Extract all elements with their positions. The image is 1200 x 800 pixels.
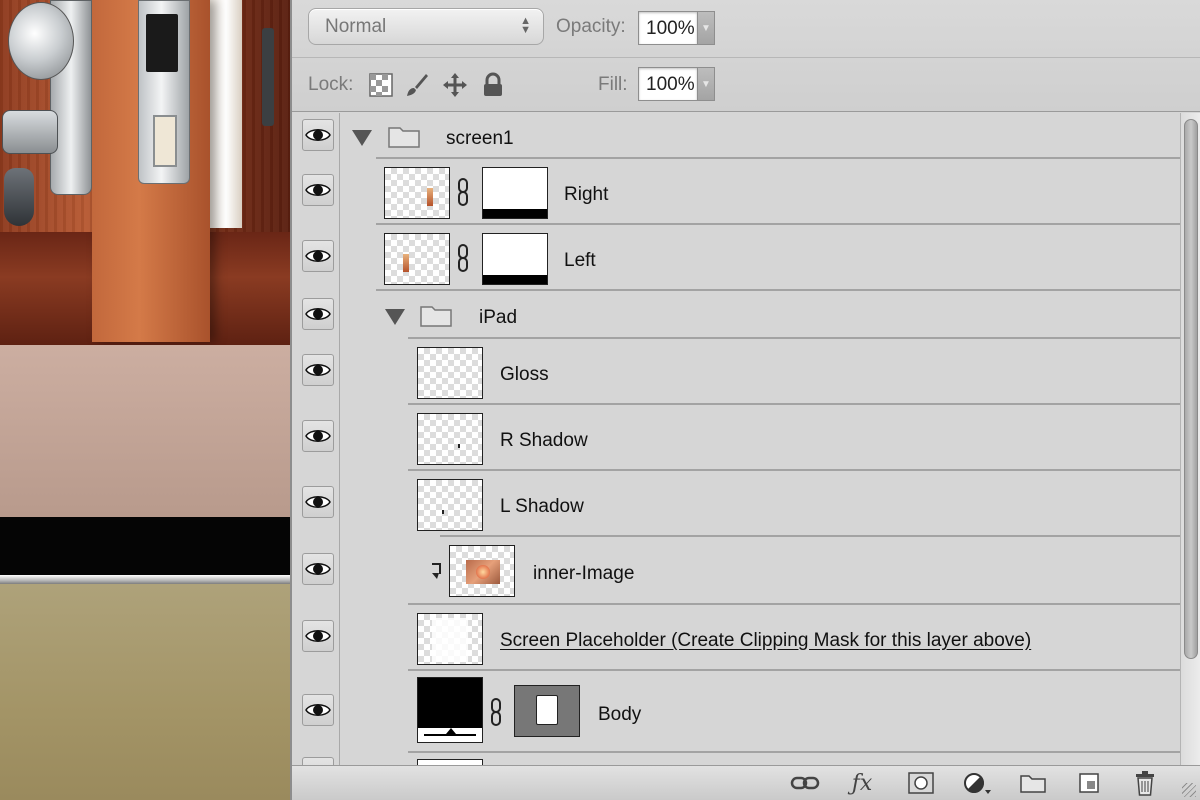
select-arrows-icon: ▲ ▼ [520, 15, 531, 36]
chain-link-icon[interactable] [457, 178, 469, 206]
layer-thumbnail [417, 677, 483, 743]
document-canvas[interactable] [0, 0, 290, 800]
layer-left[interactable]: Left [292, 225, 1180, 291]
lock-transparent-pixels-icon[interactable] [368, 72, 394, 98]
eye-icon[interactable] [302, 553, 334, 585]
folder-icon [420, 306, 452, 327]
layers-bottom-bar: ƒx [292, 765, 1200, 800]
layer-right[interactable]: Right [292, 159, 1180, 225]
layer-thumbnail [417, 347, 483, 399]
eye-icon[interactable] [302, 298, 334, 330]
layer-gloss[interactable]: Gloss [292, 339, 1180, 405]
layer-thumbnail [417, 613, 483, 665]
add-mask-icon[interactable] [906, 770, 936, 796]
fill-dropdown-icon[interactable]: ▼ [698, 67, 715, 101]
chain-link-icon[interactable] [457, 244, 469, 272]
clipping-arrow-icon [432, 563, 441, 579]
layer-mask-thumbnail[interactable] [482, 233, 548, 285]
eye-icon[interactable] [302, 620, 334, 652]
scrollbar-thumb[interactable] [1184, 119, 1198, 659]
lock-label: Lock: [308, 74, 354, 95]
layers-toolbar: Normal ▲ ▼ Opacity: 100% ▼ Lock: Fill: 1… [292, 0, 1200, 112]
layer-name: Body [598, 704, 642, 725]
layer-group-ipad[interactable]: iPad [292, 291, 1180, 339]
layer-name: Gloss [500, 364, 549, 385]
opacity-field[interactable]: 100% [638, 11, 698, 45]
layer-mask-thumbnail[interactable] [514, 685, 580, 737]
layer-partial [292, 753, 1180, 765]
layers-panel: Normal ▲ ▼ Opacity: 100% ▼ Lock: Fill: 1… [290, 0, 1200, 800]
layer-name: screen1 [446, 128, 514, 149]
eye-icon[interactable] [302, 420, 334, 452]
canvas-black-bar [0, 517, 290, 575]
layer-name: Screen Placeholder (Create Clipping Mask… [500, 630, 1032, 651]
canvas-key [2, 110, 58, 154]
layer-l-shadow[interactable]: L Shadow [292, 471, 1180, 537]
layer-name: iPad [479, 307, 518, 328]
opacity-dropdown-icon[interactable]: ▼ [698, 11, 715, 45]
layer-name: inner-Image [533, 563, 635, 584]
chain-link-icon[interactable] [490, 698, 502, 726]
lock-position-icon[interactable] [442, 72, 468, 98]
layer-group-screen1[interactable]: screen1 [292, 113, 1180, 159]
layer-thumbnail [417, 479, 483, 531]
layer-thumbnail [417, 413, 483, 465]
blend-mode-select[interactable]: Normal ▲ ▼ [308, 8, 544, 45]
fx-icon[interactable]: ƒx [847, 770, 877, 796]
layer-screen-placeholder[interactable]: Screen Placeholder (Create Clipping Mask… [292, 605, 1180, 671]
canvas-door-knob [8, 2, 74, 80]
layer-name: Left [564, 250, 596, 271]
canvas-table-surface [0, 584, 290, 800]
eye-icon[interactable] [302, 354, 334, 386]
layer-thumbnail [449, 545, 515, 597]
eye-icon[interactable] [302, 240, 334, 272]
eye-icon[interactable] [302, 757, 334, 765]
layers-list: screen1 Right Left iPad Gloss R Shadow L… [292, 113, 1180, 765]
resize-grip-icon[interactable] [1182, 783, 1196, 797]
layer-r-shadow[interactable]: R Shadow [292, 405, 1180, 471]
layers-scrollbar[interactable] [1180, 113, 1200, 765]
layer-body[interactable]: Body [292, 671, 1180, 753]
new-layer-icon[interactable] [1074, 770, 1104, 796]
fill-label: Fill: [598, 74, 628, 95]
layer-mask-thumbnail[interactable] [482, 167, 548, 219]
eye-icon[interactable] [302, 119, 334, 151]
layer-name: Right [564, 184, 609, 205]
triangle-down-icon[interactable] [352, 130, 372, 146]
layer-thumbnail [384, 167, 450, 219]
adjustment-layer-icon[interactable] [962, 770, 992, 796]
layer-inner-image[interactable]: inner-Image [292, 537, 1180, 605]
triangle-down-icon[interactable] [385, 309, 405, 325]
eye-icon[interactable] [302, 694, 334, 726]
lock-image-pixels-icon[interactable] [404, 72, 430, 98]
canvas-wall [0, 345, 290, 517]
opacity-label: Opacity: [556, 16, 626, 37]
folder-icon [388, 127, 420, 148]
layer-name: L Shadow [500, 496, 584, 517]
layer-thumbnail [384, 233, 450, 285]
trash-icon[interactable] [1130, 770, 1160, 796]
layer-name: R Shadow [500, 430, 588, 451]
eye-icon[interactable] [302, 486, 334, 518]
new-group-icon[interactable] [1018, 770, 1048, 796]
blend-mode-value: Normal [325, 16, 387, 37]
link-layers-icon[interactable] [790, 770, 820, 796]
eye-icon[interactable] [302, 174, 334, 206]
fill-field[interactable]: 100% [638, 67, 698, 101]
lock-all-icon[interactable] [480, 72, 506, 98]
